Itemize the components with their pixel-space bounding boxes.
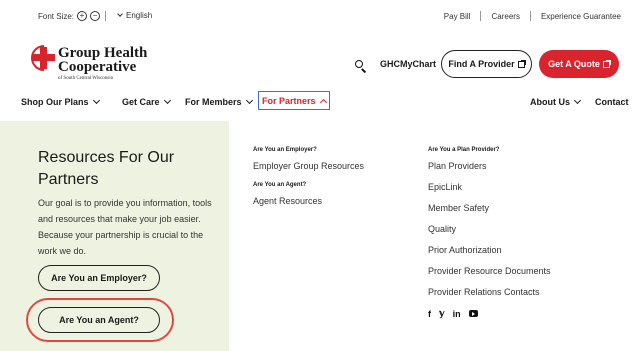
nav-contact-label: Contact	[595, 97, 629, 107]
facebook-icon[interactable]: f	[428, 309, 431, 319]
prior-authorization-link[interactable]: Prior Authorization	[428, 245, 551, 255]
get-quote-label: Get A Quote	[548, 59, 600, 69]
panel-description: Our goal is to provide you information, …	[38, 198, 212, 256]
provider-relations-contacts-link[interactable]: Provider Relations Contacts	[428, 287, 551, 297]
employer-heading: Are You an Employer?	[253, 147, 317, 153]
utility-bar: Font Size: + − English Pay Bill Careers …	[0, 0, 639, 33]
search-icon[interactable]	[355, 60, 367, 73]
chevron-down-icon	[573, 96, 582, 105]
increase-font-button[interactable]: +	[77, 11, 88, 21]
divider	[529, 11, 531, 21]
epiclink-link[interactable]: EpicLink	[428, 182, 551, 192]
social-links: f 𝕪 in	[428, 308, 551, 319]
nav-shop-plans-label: Shop Our Plans	[21, 97, 89, 107]
agent-resources-link[interactable]: Agent Resources	[253, 196, 364, 206]
nav-for-members[interactable]: For Members	[185, 92, 253, 112]
quality-link[interactable]: Quality	[428, 224, 551, 234]
utility-links: Pay Bill Careers Experience Guarantee	[444, 11, 621, 21]
provider-column: Are You a Plan Provider? Plan Providers …	[428, 147, 551, 319]
font-size-control: Font Size: + −	[38, 11, 101, 21]
partners-mega-menu: Resources For Our Partners Our goal is t…	[0, 121, 639, 351]
panel-title: Resources For Our Partners	[38, 149, 175, 188]
external-link-icon	[517, 59, 526, 68]
provider-heading: Are You a Plan Provider?	[428, 147, 500, 153]
member-safety-link[interactable]: Member Safety	[428, 203, 551, 213]
nav-about-us-label: About Us	[530, 97, 570, 107]
external-link-icon	[602, 59, 611, 68]
find-provider-button[interactable]: Find A Provider	[441, 50, 532, 78]
nav-get-care[interactable]: Get Care	[122, 92, 171, 112]
main-nav: Shop Our Plans Get Care For Members For …	[0, 88, 639, 114]
employer-group-resources-link[interactable]: Employer Group Resources	[253, 161, 364, 171]
agent-button[interactable]: Are You an Agent?	[38, 307, 160, 333]
cross-logo-icon	[31, 45, 55, 71]
employer-button[interactable]: Are You an Employer?	[38, 265, 160, 291]
nav-contact[interactable]: Contact	[595, 92, 629, 112]
get-quote-button[interactable]: Get A Quote	[539, 50, 619, 78]
brand-tagline: of South Central Wisconsin	[58, 76, 114, 81]
chevron-down-icon	[163, 96, 171, 105]
logo[interactable]: Group Health Cooperative of South Centra…	[31, 45, 148, 81]
language-label: English	[126, 11, 153, 20]
font-size-label: Font Size:	[38, 11, 75, 21]
nav-get-care-label: Get Care	[122, 97, 160, 107]
brand-name-line2: Cooperative	[58, 59, 137, 75]
language-selector[interactable]: English	[116, 11, 152, 20]
experience-guarantee-link[interactable]: Experience Guarantee	[541, 12, 621, 21]
brand-name-line1: Group Health	[58, 45, 148, 61]
nav-for-members-label: For Members	[185, 97, 242, 107]
nav-about-us[interactable]: About Us	[530, 92, 582, 112]
chevron-down-icon	[117, 11, 123, 17]
nav-shop-plans[interactable]: Shop Our Plans	[21, 92, 100, 112]
nav-for-partners-label: For Partners	[262, 95, 316, 106]
linkedin-icon[interactable]: in	[453, 309, 461, 319]
nav-for-partners[interactable]: For Partners	[258, 91, 330, 110]
divider	[480, 11, 482, 21]
chevron-up-icon	[319, 98, 327, 106]
agent-heading: Are You an Agent?	[253, 182, 307, 188]
provider-resource-documents-link[interactable]: Provider Resource Documents	[428, 266, 551, 276]
plan-providers-link[interactable]: Plan Providers	[428, 161, 551, 171]
divider	[105, 11, 106, 21]
youtube-icon[interactable]	[468, 310, 478, 317]
twitter-icon[interactable]: 𝕪	[439, 308, 445, 319]
find-provider-label: Find A Provider	[448, 59, 515, 69]
chevron-down-icon	[245, 96, 253, 105]
pay-bill-link[interactable]: Pay Bill	[444, 12, 471, 21]
careers-link[interactable]: Careers	[491, 12, 519, 21]
chevron-down-icon	[92, 96, 100, 105]
decrease-font-button[interactable]: −	[90, 11, 101, 21]
mychart-link[interactable]: GHCMyChart	[380, 59, 436, 69]
employer-column: Are You an Employer? Employer Group Reso…	[253, 147, 364, 217]
partners-intro-panel: Resources For Our Partners Our goal is t…	[0, 121, 229, 351]
